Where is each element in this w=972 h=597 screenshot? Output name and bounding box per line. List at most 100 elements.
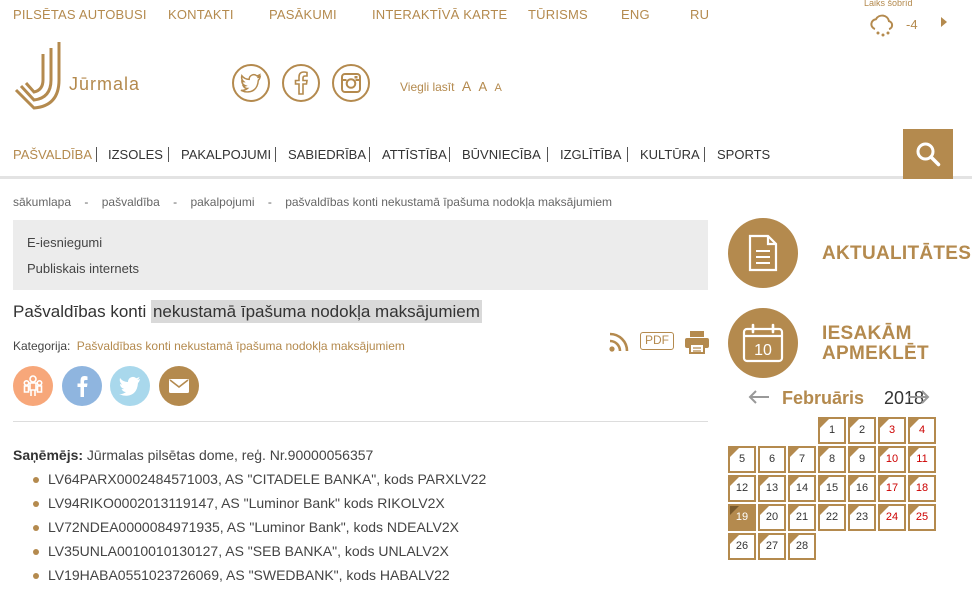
calendar-day[interactable]: 11 <box>908 446 936 473</box>
calendar-day[interactable]: 20 <box>758 504 786 531</box>
draugiem-share-button[interactable] <box>13 366 53 406</box>
calendar-day[interactable]: 5 <box>728 446 756 473</box>
recommended-button[interactable]: 10 <box>728 308 798 378</box>
mainnav-item-izglitiba[interactable]: IZGLĪTĪBA <box>560 147 621 162</box>
facebook-icon <box>77 376 88 397</box>
pdf-button[interactable]: PDF <box>640 332 674 350</box>
topnav-item-map[interactable]: INTERAKTĪVĀ KARTE <box>372 7 507 22</box>
calendar-day[interactable]: 4 <box>908 417 936 444</box>
nav-separator <box>369 147 370 162</box>
calendar-day[interactable]: 17 <box>878 475 906 502</box>
category: Kategorija: Pašvaldības konti nekustamā … <box>13 339 405 353</box>
caret-right-icon[interactable] <box>940 15 948 33</box>
breadcrumb-separator: - <box>84 195 89 209</box>
top-nav: PILSĒTAS AUTOBUSI KONTAKTI PASĀKUMI INTE… <box>0 0 972 30</box>
twitter-button[interactable] <box>232 64 270 102</box>
list-item: LV35UNLA0010010130127, AS "SEB BANKA", k… <box>13 543 713 567</box>
topnav-item-contacts[interactable]: KONTAKTI <box>168 7 234 22</box>
calendar-day[interactable]: 10 <box>878 446 906 473</box>
weather-widget[interactable]: Laiks šobrīd -4 <box>864 0 954 40</box>
calendar-day[interactable]: 22 <box>818 504 846 531</box>
calendar-day[interactable]: 8 <box>818 446 846 473</box>
link-e-iesniegumi[interactable]: E-iesniegumi <box>27 235 102 250</box>
breadcrumb-pasvaldiba[interactable]: pašvaldība <box>102 195 160 209</box>
weather-temp: -4 <box>906 17 918 32</box>
quick-links-box: E-iesniegumi Publiskais internets <box>13 220 708 290</box>
next-month-arrow-icon[interactable] <box>908 389 930 410</box>
mainnav-item-izsoles[interactable]: IZSOLES <box>108 147 163 162</box>
calendar-day[interactable]: 7 <box>788 446 816 473</box>
mainnav-item-buvnieciba[interactable]: BŪVNIECĪBA <box>462 147 541 162</box>
category-label: Kategorija: <box>13 339 71 353</box>
mainnav-item-sports[interactable]: SPORTS <box>717 147 770 162</box>
font-size-small[interactable]: A <box>495 82 502 94</box>
twitter-share-button[interactable] <box>110 366 150 406</box>
news-title[interactable]: AKTUALITĀTES <box>822 244 971 264</box>
calendar-day[interactable]: 19 <box>728 504 756 531</box>
nav-separator <box>627 147 628 162</box>
breadcrumb-pakalpojumi[interactable]: pakalpojumi <box>190 195 254 209</box>
calendar-day[interactable]: 18 <box>908 475 936 502</box>
instagram-button[interactable] <box>332 64 370 102</box>
search-icon <box>916 142 941 167</box>
calendar-day[interactable]: 12 <box>728 475 756 502</box>
calendar-icon: 10 <box>742 323 784 363</box>
mainnav-item-pakalpojumi[interactable]: PAKALPOJUMI <box>181 147 271 162</box>
calendar-header: Februāris 2018 <box>748 386 938 412</box>
breadcrumb-home[interactable]: sākumlapa <box>13 195 71 209</box>
calendar-day[interactable]: 28 <box>788 533 816 560</box>
font-size-large[interactable]: A <box>462 78 471 94</box>
prev-month-arrow-icon[interactable] <box>748 389 770 410</box>
mainnav-item-sabiedriba[interactable]: SABIEDRĪBA <box>288 147 366 162</box>
nav-separator <box>168 147 169 162</box>
mainnav-item-kultura[interactable]: KULTŪRA <box>640 147 700 162</box>
calendar-day[interactable]: 24 <box>878 504 906 531</box>
font-size-medium[interactable]: A <box>479 79 488 94</box>
calendar-icon-day: 10 <box>754 342 772 359</box>
calendar-day[interactable]: 21 <box>788 504 816 531</box>
nav-separator <box>547 147 548 162</box>
calendar-day[interactable]: 14 <box>788 475 816 502</box>
calendar-day[interactable]: 25 <box>908 504 936 531</box>
calendar-day[interactable]: 23 <box>848 504 876 531</box>
calendar-day[interactable]: 26 <box>728 533 756 560</box>
site-logo[interactable]: Jūrmala <box>12 40 152 115</box>
main-nav: PAŠVALDĪBA IZSOLES PAKALPOJUMI SABIEDRĪB… <box>0 129 972 179</box>
breadcrumb: sākumlapa - pašvaldība - pakalpojumi - p… <box>13 195 622 209</box>
topnav-item-eng[interactable]: ENG <box>621 7 650 22</box>
topnav-item-tourism[interactable]: TŪRISMS <box>528 7 588 22</box>
calendar-day[interactable]: 15 <box>818 475 846 502</box>
rss-icon[interactable] <box>608 331 630 358</box>
topnav-item-ru[interactable]: RU <box>690 7 709 22</box>
topnav-item-bus[interactable]: PILSĒTAS AUTOBUSI <box>13 7 147 22</box>
print-icon[interactable] <box>684 330 710 359</box>
easy-read-label: Viegli lasīt <box>400 80 455 94</box>
calendar-day[interactable]: 16 <box>848 475 876 502</box>
calendar-day[interactable]: 9 <box>848 446 876 473</box>
page-tools: PDF <box>606 328 710 356</box>
calendar-day[interactable]: 3 <box>878 417 906 444</box>
facebook-button[interactable] <box>282 64 320 102</box>
recommended-title[interactable]: IESAKĀM APMEKLĒT <box>822 324 929 364</box>
calendar-day[interactable]: 13 <box>758 475 786 502</box>
mainnav-item-pasvaldiba[interactable]: PAŠVALDĪBA <box>13 147 92 162</box>
calendar-day[interactable]: 1 <box>818 417 846 444</box>
jurmala-logo-icon <box>14 42 61 110</box>
page-title-highlight: nekustamā īpašuma nodokļa maksājumiem <box>150 300 482 323</box>
topnav-item-events[interactable]: PASĀKUMI <box>269 7 337 22</box>
category-link[interactable]: Pašvaldības konti nekustamā īpašuma nodo… <box>77 339 405 353</box>
email-share-button[interactable] <box>159 366 199 406</box>
news-button[interactable] <box>728 218 798 288</box>
recipient-label: Saņēmējs: <box>13 447 84 463</box>
search-button[interactable] <box>903 129 953 179</box>
facebook-share-button[interactable] <box>62 366 102 406</box>
calendar-day[interactable]: 2 <box>848 417 876 444</box>
link-publiskais-internets[interactable]: Publiskais internets <box>27 261 139 276</box>
calendar-day[interactable]: 27 <box>758 533 786 560</box>
twitter-icon <box>240 73 262 93</box>
mainnav-item-attistiba[interactable]: ATTĪSTĪBA <box>382 147 447 162</box>
snow-cloud-icon <box>868 14 896 43</box>
calendar-day[interactable]: 6 <box>758 446 786 473</box>
instagram-icon <box>341 73 361 93</box>
weather-label: Laiks šobrīd <box>864 0 913 8</box>
